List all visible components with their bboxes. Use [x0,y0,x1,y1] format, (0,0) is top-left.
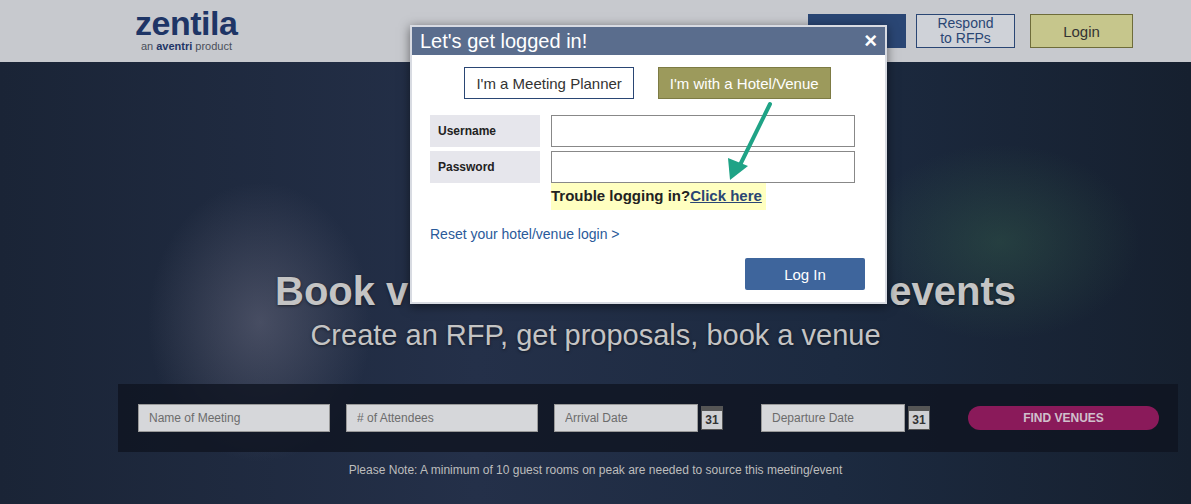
reset-link[interactable]: Reset your hotel/venue login > [430,226,865,242]
tagline: anaventriproduct [135,40,237,52]
modal-body: I'm a Meeting Planner I'm with a Hotel/Ve… [412,55,885,302]
find-venues-button[interactable]: FIND VENUES [968,406,1159,430]
calendar-icon[interactable]: 31 [908,406,930,430]
tab[interactable]: I'm a Meeting Planner [464,67,633,99]
field-input[interactable] [551,115,855,147]
logo[interactable]: zentilaanaventriproduct [135,6,237,52]
help-row: Trouble logging in?Click here [551,183,766,210]
search-field-group: 31 [554,404,723,432]
tab[interactable]: I'm with a Hotel/Venue [658,67,831,99]
login-fields: Username Password [430,115,865,183]
close-icon[interactable]: × [864,30,877,52]
field-label: Password [430,151,540,183]
search-bar: 31 31 FIND VENUES [118,384,1178,452]
help-link[interactable]: Click here [690,187,762,204]
field-label: Username [430,115,540,147]
respond-button[interactable]: Respondto RFPs [916,14,1015,48]
submit-row: Log In [430,258,865,290]
calendar-icon[interactable]: 31 [701,406,723,430]
login-button[interactable]: Login [1030,14,1133,48]
login-submit-button[interactable]: Log In [745,258,865,290]
search-input[interactable] [138,404,330,432]
search-field-group [138,404,330,432]
modal-title: Let's get logged in! [420,30,587,53]
page: zentilaanaventriproduct Respondto RFPs Log… [0,0,1191,504]
modal-header: Let's get logged in! × [412,27,885,55]
logo-word: zentila [135,6,237,40]
note: Please Note: A minimum of 10 guest rooms… [0,463,1191,477]
login-modal: Let's get logged in! × I'm a Meeting Plann… [410,25,887,304]
tabs: I'm a Meeting Planner I'm with a Hotel/Ve… [430,67,865,99]
pointer-arrow-icon [0,0,1191,504]
hero-subtitle: Create an RFP, get proposals, book a ven… [0,317,1191,353]
search-field-group: 31 [761,404,930,432]
search-input[interactable] [554,404,698,432]
search-input[interactable] [761,404,905,432]
search-field-group [346,404,538,432]
search-input[interactable] [346,404,538,432]
field-input[interactable] [551,151,855,183]
